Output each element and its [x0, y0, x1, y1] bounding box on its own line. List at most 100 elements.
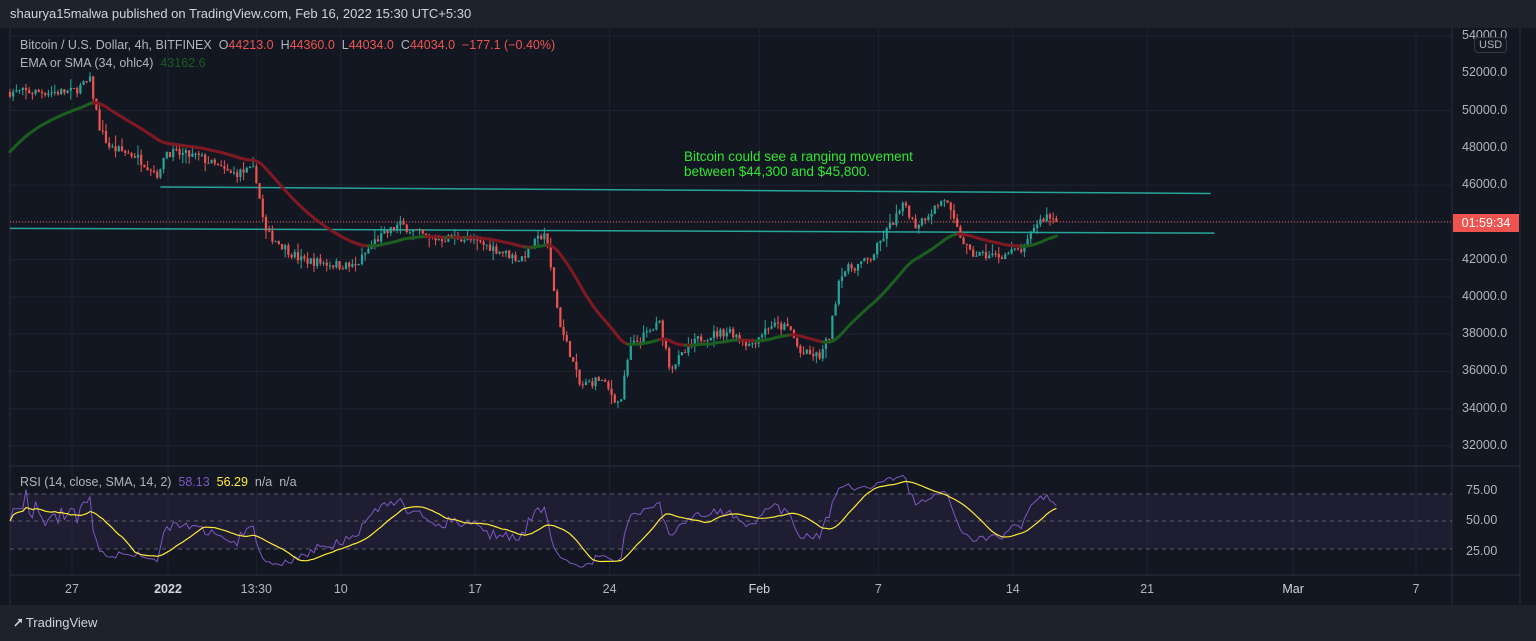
symbol-name[interactable]: Bitcoin / U.S. Dollar, 4h, BITFINEX [20, 38, 212, 52]
time-tick-label: 24 [602, 582, 617, 596]
candle-body [706, 340, 709, 342]
candle-body [287, 245, 290, 255]
candle-body [341, 268, 344, 270]
price-tick-label: 40000.0 [1462, 288, 1508, 303]
candle-body [1004, 254, 1007, 260]
tradingview-logo[interactable]: ⭧ TradingView [14, 615, 97, 631]
candle-body [18, 89, 21, 91]
candle-body [751, 343, 754, 345]
candle-body [610, 388, 613, 395]
candle-body [988, 255, 991, 259]
candle-body [44, 93, 47, 96]
candle-body [133, 156, 136, 158]
candle-body [652, 329, 655, 331]
candle-body [767, 328, 770, 330]
ma-legend[interactable]: EMA or SMA (34, ohlc4) 43162.6 [20, 56, 206, 70]
low-label: L [341, 38, 349, 52]
candle-body [760, 334, 764, 338]
candle-body [764, 328, 767, 335]
candle-body [306, 258, 309, 264]
candle-body [834, 304, 837, 316]
candle-body [92, 76, 95, 99]
close-value: 44034.0 [409, 38, 456, 52]
candle-body [40, 91, 44, 94]
candle-body [789, 326, 792, 330]
candle-body [268, 230, 271, 232]
candle-body [261, 198, 264, 218]
ma-label: EMA or SMA (34, ohlc4) [20, 56, 154, 70]
rsi-tick-label: 50.00 [1466, 513, 1498, 527]
candle-body [815, 352, 818, 357]
candle-body [1029, 231, 1032, 239]
candle-body [127, 152, 130, 154]
time-tick-label: 7 [1412, 582, 1420, 596]
currency-button[interactable]: USD [1474, 37, 1508, 53]
price-chart[interactable] [0, 0, 1536, 641]
candle-body [543, 233, 546, 240]
candle-body [258, 183, 261, 199]
candle-body [821, 348, 824, 359]
candle-body [146, 167, 149, 171]
candle-body [540, 235, 543, 240]
candle-body [216, 163, 220, 166]
candle-body [360, 254, 364, 265]
candle-body [972, 249, 975, 257]
candle-body [1013, 248, 1016, 250]
candle-body [783, 323, 786, 330]
candle-body [968, 244, 972, 250]
price-tick-label: 46000.0 [1462, 177, 1508, 192]
candle-body [936, 205, 940, 207]
candle-body [908, 205, 911, 218]
candle-body [408, 231, 412, 233]
price-tick-label: 32000.0 [1462, 437, 1508, 452]
candle-body [808, 349, 812, 355]
candle-body [828, 338, 831, 340]
candle-body [386, 230, 389, 234]
candle-body [616, 401, 620, 403]
candle-body [252, 166, 255, 168]
candle-body [492, 246, 495, 251]
candle-body [79, 84, 82, 94]
candle-body [437, 239, 440, 241]
candle-body [56, 91, 60, 95]
candle-body [562, 327, 565, 336]
candle-body [1026, 238, 1029, 245]
candle-body [879, 240, 882, 244]
candle-body [130, 153, 133, 157]
candle-body [421, 229, 424, 234]
candle-body [290, 254, 293, 258]
candle-body [117, 146, 120, 152]
annotation-line-2: between $44,300 and $45,800. [684, 164, 871, 179]
candle-body [786, 323, 789, 327]
candle-body [210, 159, 213, 164]
candle-body [31, 93, 34, 95]
candle-body [607, 381, 610, 389]
rsi-legend[interactable]: RSI (14, close, SMA, 14, 2) 58.13 56.29 … [20, 475, 297, 489]
close-label: C [400, 38, 410, 52]
candle-body [60, 89, 63, 95]
candle-body [213, 159, 216, 164]
candle-body [200, 154, 204, 156]
candle-body [114, 146, 117, 152]
time-tick-label: 17 [468, 582, 483, 596]
candle-body [191, 153, 194, 157]
candle-body [629, 343, 632, 360]
rsi-tick-label: 25.00 [1466, 543, 1498, 558]
annotation-line-1: Bitcoin could see a ranging movement [684, 149, 913, 164]
candle-body [165, 152, 168, 158]
candle-body [850, 264, 853, 269]
candle-body [104, 130, 108, 143]
symbol-legend: Bitcoin / U.S. Dollar, 4h, BITFINEX O442… [20, 38, 555, 52]
candle-body [76, 88, 79, 94]
candle-body [1007, 253, 1010, 255]
candle-body [549, 244, 552, 268]
candle-body [709, 337, 712, 341]
candle-body [556, 291, 559, 308]
chart-annotation: Bitcoin could see a ranging movement bet… [684, 149, 913, 179]
candle-body [1039, 218, 1042, 225]
candle-body [901, 202, 904, 212]
candle-body [354, 264, 357, 266]
candle-body [892, 222, 895, 225]
candle-body [588, 381, 591, 383]
candle-body [780, 323, 783, 330]
